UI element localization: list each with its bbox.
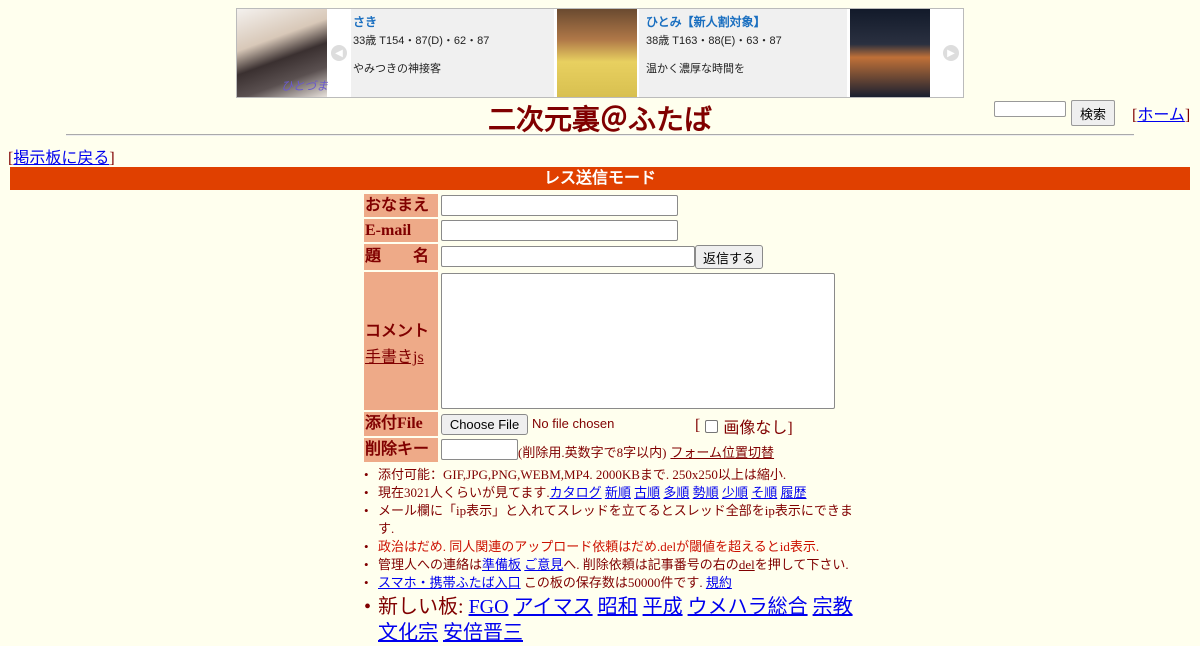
rule-item: 管理人への連絡は準備板 ご意見へ. 削除依頼は記事番号の右のdelを押して下さい… — [364, 556, 858, 574]
ad-card[interactable]: さき 33歳 T154・87(D)・62・87 やみつきの神接客 — [351, 9, 554, 97]
divider — [66, 134, 1134, 136]
form-position-switch-link[interactable]: フォーム位置切替 — [670, 445, 774, 460]
file-label: 添付File — [364, 412, 438, 436]
ad-name: ひとみ【新人割対象】 — [646, 15, 766, 29]
rule-text: この板の保存数は50000件です. — [523, 575, 703, 590]
back-to-board-link[interactable]: 掲示板に戻る — [13, 150, 109, 167]
choose-file-button[interactable]: Choose File — [441, 414, 528, 435]
rule-item: スマホ・携帯ふたば入口 この板の保存数は50000件です. 規約 — [364, 574, 858, 592]
ad-message: やみつきの神接客 — [353, 63, 441, 75]
board-link-bunka[interactable]: 文化宗 — [378, 622, 438, 644]
chevron-left-icon: ◀ — [331, 45, 347, 61]
sort-momentum-link[interactable]: 勢順 — [693, 485, 719, 500]
sort-many-link[interactable]: 多順 — [663, 485, 689, 500]
comment-label-text: コメント — [365, 323, 430, 340]
history-link[interactable]: 履歴 — [780, 485, 806, 500]
ad-prev-button[interactable]: ◀ — [328, 9, 350, 97]
delete-key-note: (削除用.英数字で8字以内) フォーム位置切替 — [518, 442, 774, 461]
prep-board-link[interactable]: 準備板 — [482, 557, 521, 572]
home-link[interactable]: ホーム — [1137, 107, 1185, 124]
sort-few-link[interactable]: 少順 — [722, 485, 748, 500]
board-link-showa[interactable]: 昭和 — [598, 596, 638, 618]
bracket: ] — [109, 150, 115, 167]
del-link[interactable]: del — [739, 557, 755, 572]
email-label: E-mail — [364, 219, 438, 242]
bracket: [ — [695, 417, 701, 434]
home-link-wrap: [ホーム] — [1132, 101, 1190, 125]
terms-link[interactable]: 規約 — [706, 575, 732, 590]
rules-list: 添付可能：GIF,JPG,PNG,WEBM,MP4. 2000KBまで. 250… — [364, 466, 858, 646]
delete-key-input[interactable] — [441, 439, 518, 460]
rule-item: メール欄に「ip表示」と入れてスレッドを立てるとスレッド全部をip表示にできます… — [364, 502, 858, 538]
search-input[interactable] — [994, 101, 1066, 117]
rule-item: 政治はだめ. 同人関連のアップロード依頼はだめ.delが閾値を超えるとid表示. — [364, 538, 858, 556]
feedback-link[interactable]: ご意見 — [524, 557, 563, 572]
board-link-umehara[interactable]: ウメハラ総合 — [688, 596, 808, 618]
sort-so-link[interactable]: そ順 — [751, 485, 777, 500]
no-image-option: [ 画像なし] — [695, 414, 793, 438]
ad-logo-text: ひとづま — [281, 79, 329, 93]
ad-message: 温かく濃厚な時間を — [646, 63, 745, 75]
board-link-abe[interactable]: 安倍晋三 — [443, 622, 523, 644]
sort-new-link[interactable]: 新順 — [605, 485, 631, 500]
comment-textarea[interactable] — [441, 273, 835, 409]
board-link-fgo[interactable]: FGO — [469, 596, 509, 618]
ad-next-button[interactable]: ▶ — [940, 9, 962, 97]
rule-text: へ. 削除依頼は記事番号の右の — [563, 557, 739, 572]
mode-bar: レス送信モード — [10, 167, 1190, 190]
subject-input[interactable] — [441, 246, 695, 267]
ad-card[interactable]: ひとみ【新人割対象】 38歳 T163・88(E)・63・87 温かく濃厚な時間… — [639, 9, 847, 97]
delete-key-hint: (削除用.英数字で8字以内) — [518, 445, 667, 460]
rule-item: 現在3021人くらいが見てます.カタログ 新順 古順 多順 勢順 少順 そ順 履… — [364, 484, 858, 502]
chevron-right-icon: ▶ — [943, 45, 959, 61]
delete-key-label: 削除キー — [364, 438, 438, 462]
no-file-text: No file chosen — [532, 416, 615, 431]
catalog-link[interactable]: カタログ — [550, 485, 602, 500]
viewer-count-text: 現在3021人くらいが見てます. — [378, 485, 550, 500]
comment-label: コメント 手書きjs — [364, 272, 438, 410]
board-link-heisei[interactable]: 平成 — [643, 596, 683, 618]
ad-name: さき — [353, 15, 378, 29]
board-link-religion[interactable]: 宗教 — [813, 596, 853, 618]
email-input[interactable] — [441, 220, 678, 241]
bracket: ] — [1184, 107, 1191, 124]
ad-spec: 38歳 T163・88(E)・63・87 — [646, 35, 782, 47]
sort-old-link[interactable]: 古順 — [634, 485, 660, 500]
rule-text: 添付可能：GIF,JPG,PNG,WEBM,MP4. 2000KBまで. 250… — [378, 467, 787, 482]
subject-label: 題 名 — [364, 244, 438, 270]
rule-text: メール欄に「ip表示」と入れてスレッドを立てるとスレッド全部をip表示にできます… — [378, 503, 853, 536]
search-button[interactable]: 検索 — [1071, 100, 1115, 126]
ad-banner[interactable]: ひとづま ◀ さき 33歳 T154・87(D)・62・87 やみつきの神接客 … — [236, 8, 964, 98]
no-image-checkbox[interactable] — [705, 419, 719, 433]
rule-text: 政治はだめ. 同人関連のアップロード依頼はだめ.delが閾値を超えるとid表示. — [378, 539, 820, 554]
rule-item: 新しい板: FGO アイマス 昭和 平成 ウメハラ総合 宗教 文化宗 安倍晋三 — [364, 594, 858, 646]
rule-text: 管理人への連絡は — [378, 557, 483, 572]
board-link-imas[interactable]: アイマス — [514, 596, 593, 618]
rule-item: 添付可能：GIF,JPG,PNG,WEBM,MP4. 2000KBまで. 250… — [364, 466, 858, 484]
reply-button[interactable]: 返信する — [695, 245, 763, 269]
back-link-wrap: [掲示板に戻る] — [8, 144, 115, 168]
name-label: おなまえ — [364, 194, 438, 217]
handwriting-link[interactable]: 手書きjs — [365, 343, 438, 367]
no-image-label: 画像なし] — [723, 420, 793, 437]
rule-text: を押して下さい. — [754, 557, 849, 572]
ad-photo[interactable] — [850, 9, 930, 97]
ad-photo[interactable] — [557, 9, 637, 97]
new-boards-label: 新しい板: — [378, 596, 464, 618]
mobile-entry-link[interactable]: スマホ・携帯ふたば入口 — [378, 575, 521, 590]
ad-spec: 33歳 T154・87(D)・62・87 — [353, 35, 490, 47]
name-input[interactable] — [441, 195, 678, 216]
